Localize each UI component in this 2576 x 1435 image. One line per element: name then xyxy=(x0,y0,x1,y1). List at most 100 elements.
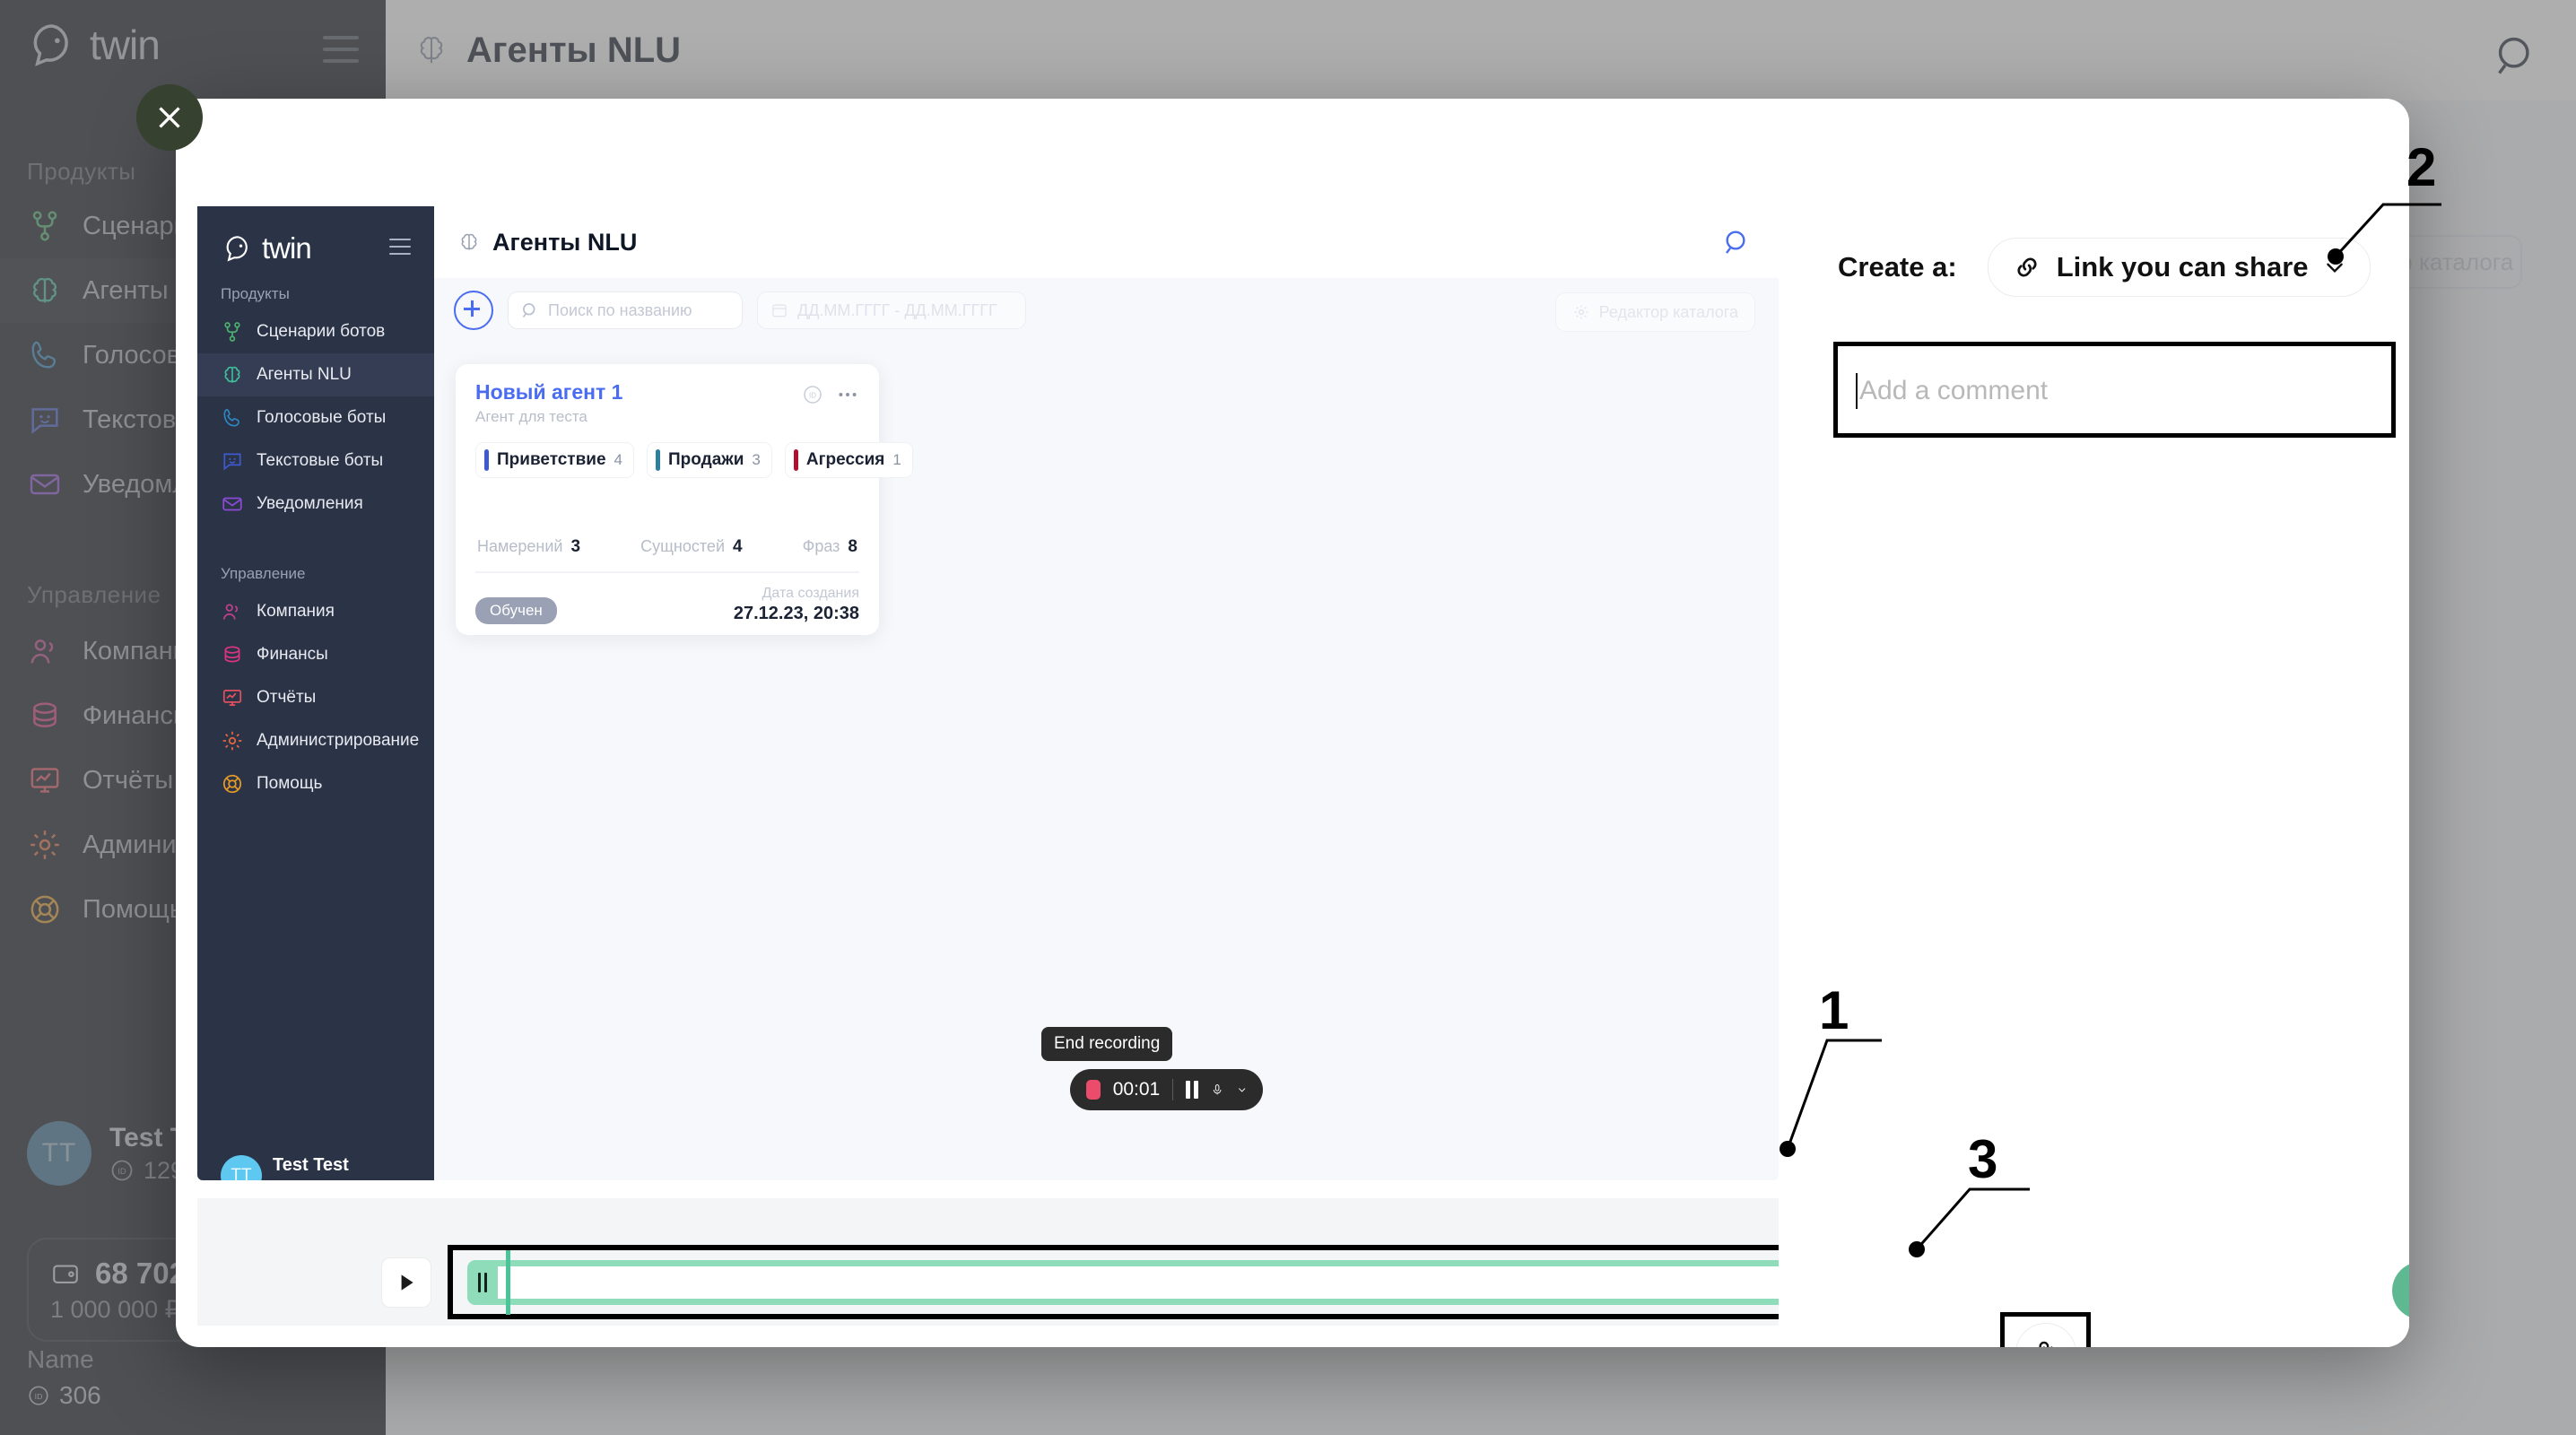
gear-icon xyxy=(222,731,242,751)
link-type-label: Link you can share xyxy=(2056,251,2309,283)
agent-tag: Продажи 3 xyxy=(647,442,772,478)
id-badge-icon[interactable]: ID xyxy=(802,384,823,405)
stat-value: 3 xyxy=(570,537,581,556)
annotation-number-1: 1 xyxy=(1819,980,1849,1040)
preview-logo: twin xyxy=(222,231,312,265)
envelope-icon xyxy=(222,497,242,511)
comment-input-annotation-box[interactable]: Add a comment xyxy=(1833,342,2396,438)
sidebar-item-company[interactable]: Компания xyxy=(197,590,434,633)
timeline-playhead[interactable] xyxy=(506,1250,510,1315)
brain-icon xyxy=(461,233,477,250)
svg-text:ID: ID xyxy=(809,392,816,400)
share-panel: Create a: Link you can share Add a comme… xyxy=(1779,99,2409,1347)
users-icon xyxy=(222,604,239,620)
sidebar-item-notifications[interactable]: Уведомления xyxy=(197,483,434,526)
preview-logo-text: twin xyxy=(262,231,312,265)
add-agent-button[interactable] xyxy=(454,291,493,330)
recording-control-bar: 00:01 xyxy=(1070,1069,1263,1110)
sidebar-item-nlu-agents[interactable]: Агенты NLU xyxy=(197,353,434,396)
create-type-row: Create a: Link you can share xyxy=(1838,238,2371,297)
stat-value: 4 xyxy=(733,537,743,556)
divider xyxy=(1172,1079,1174,1100)
sidebar-item-label: Сценарии ботов xyxy=(257,322,386,341)
catalog-editor-button[interactable]: Редактор каталога xyxy=(1554,292,1755,332)
sidebar-item-help[interactable]: Помощь xyxy=(197,762,434,805)
link-type-select[interactable]: Link you can share xyxy=(1987,238,2371,297)
comment-placeholder: Add a comment xyxy=(1859,376,2049,405)
agent-card[interactable]: Новый агент 1 Агент для теста ID Приветс… xyxy=(456,364,913,635)
preview-section-title-management: Управление xyxy=(221,565,306,582)
microphone-icon[interactable] xyxy=(1211,1079,1223,1100)
chevron-down-icon[interactable] xyxy=(1237,1083,1247,1097)
preview-page-header: Агенты NLU xyxy=(434,206,1779,278)
preview-toolbar: Поиск по названию ДД.ММ.ГГГГ - ДД.ММ.ГГГ… xyxy=(434,278,1779,343)
preview-sidebar-collapse-toggle[interactable] xyxy=(389,239,411,255)
status-badge: Обучен xyxy=(475,596,557,624)
calendar-icon xyxy=(772,304,787,317)
tag-count: 4 xyxy=(614,451,623,468)
date-range-input[interactable]: ДД.ММ.ГГГГ - ДД.ММ.ГГГГ xyxy=(757,291,1026,329)
sidebar-item-voice-bots[interactable]: Голосовые боты xyxy=(197,396,434,439)
tag-color-bar xyxy=(484,449,489,471)
search-placeholder: Поиск по названию xyxy=(548,300,692,319)
agent-card-footer: Обучен Дата создания 27.12.23, 20:38 xyxy=(475,586,859,624)
recording-editor-modal: Агенты NLU Поиск по названию ДД.ММ.ГГГГ … xyxy=(176,99,2409,1347)
play-button[interactable] xyxy=(381,1257,431,1308)
timeline-scrubber[interactable] xyxy=(467,1250,1940,1315)
paperclip-icon xyxy=(2038,1341,2052,1347)
date-value: 27.12.23, 20:38 xyxy=(733,603,859,623)
sidebar-item-scenarios[interactable]: Сценарии ботов xyxy=(197,310,434,353)
preview-user-profile[interactable]: TT Test Test ID 12942 xyxy=(221,1155,349,1180)
search-icon[interactable] xyxy=(1723,228,1752,257)
stat-label: Сущностей xyxy=(640,537,725,555)
sidebar-item-finance[interactable]: Финансы xyxy=(197,633,434,676)
pause-recording-button[interactable] xyxy=(1186,1081,1199,1099)
tag-color-bar xyxy=(656,449,661,471)
brain-icon xyxy=(224,366,240,383)
stat-label: Фраз xyxy=(802,537,840,555)
search-icon xyxy=(522,303,535,317)
gear-icon xyxy=(1574,305,1588,319)
tag-count: 3 xyxy=(752,451,761,468)
sidebar-item-label: Финансы xyxy=(257,645,328,664)
stat-phrases: Фраз 8 xyxy=(803,537,857,557)
chat-icon xyxy=(223,453,241,471)
preview-user-id-value: 12942 xyxy=(295,1178,340,1180)
divider xyxy=(475,571,859,573)
preview-page-title: Агенты NLU xyxy=(492,228,638,256)
link-icon xyxy=(2017,257,2037,277)
sidebar-item-text-bots[interactable]: Текстовые боты xyxy=(197,439,434,483)
stop-recording-button[interactable] xyxy=(1086,1080,1101,1100)
close-icon[interactable] xyxy=(136,84,203,151)
sidebar-item-label: Текстовые боты xyxy=(257,451,384,470)
sidebar-item-label: Агенты NLU xyxy=(257,365,352,384)
twin-logo-icon xyxy=(226,236,248,262)
lifebuoy-icon xyxy=(222,774,242,794)
search-input[interactable]: Поиск по названию xyxy=(508,291,743,329)
sidebar-item-administration[interactable]: Администрирование xyxy=(197,719,434,762)
more-options-icon[interactable] xyxy=(836,383,859,406)
agent-card-description: Агент для теста xyxy=(475,408,587,425)
timeline-track[interactable] xyxy=(467,1260,1940,1305)
sidebar-item-label: Уведомления xyxy=(257,494,363,513)
end-recording-tooltip: End recording xyxy=(1041,1027,1173,1061)
stat-label: Намерений xyxy=(477,537,563,555)
attach-annotation-box xyxy=(2000,1312,2091,1347)
preview-user-id: ID 12942 xyxy=(273,1178,349,1180)
timeline-trim-handle-left[interactable] xyxy=(467,1260,498,1305)
attach-button[interactable] xyxy=(2015,1323,2076,1347)
play-icon xyxy=(401,1274,413,1291)
sidebar-item-reports[interactable]: Отчёты xyxy=(197,676,434,719)
create-a-label: Create a: xyxy=(1838,251,1957,283)
text-caret xyxy=(1856,373,1858,409)
sidebar-item-label: Администрирование xyxy=(257,731,420,750)
agent-card-name: Новый агент 1 xyxy=(475,380,623,404)
sidebar-item-label: Голосовые боты xyxy=(257,408,387,427)
preview-sidebar: twin Продукты Сценарии ботов Агенты NLU xyxy=(197,206,434,1180)
coins-icon xyxy=(224,646,240,663)
annotation-number-3: 3 xyxy=(1968,1129,1998,1189)
report-icon xyxy=(222,690,242,706)
tag-label: Приветствие xyxy=(497,450,606,469)
phone-icon xyxy=(223,408,239,427)
preview-section-title-products: Продукты xyxy=(221,285,290,302)
